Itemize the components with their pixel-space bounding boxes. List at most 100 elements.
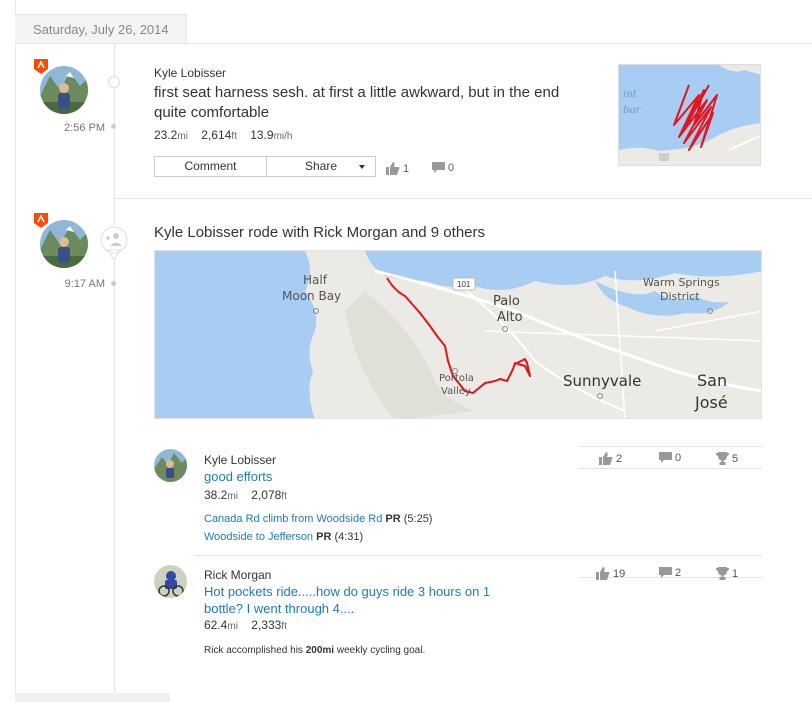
athlete-name[interactable]: Kyle Lobisser bbox=[154, 66, 226, 80]
achievement-count: 1 bbox=[732, 567, 739, 580]
timeline-line bbox=[114, 44, 115, 702]
elevation-unit: ft bbox=[281, 491, 287, 502]
pr-badge: PR bbox=[385, 513, 401, 525]
timeline-node bbox=[108, 76, 120, 88]
divider bbox=[579, 468, 762, 469]
comment-icon bbox=[432, 162, 445, 173]
activity-time: 9:17 AM bbox=[64, 278, 105, 290]
segment-effort: Canada Rd climb from Woodside Rd PR (5:2… bbox=[204, 513, 432, 525]
comment-icon bbox=[659, 567, 672, 578]
trophy-icon bbox=[716, 567, 729, 580]
comment-button[interactable]: Comment bbox=[155, 157, 267, 176]
divider bbox=[115, 198, 812, 199]
comment-count: 2 bbox=[675, 567, 682, 579]
athlete-badge-icon bbox=[34, 213, 48, 228]
activity-title-link[interactable]: Hot pockets ride.....how do guys ride 3 … bbox=[204, 583, 490, 617]
divider bbox=[15, 693, 170, 702]
chevron-down-icon bbox=[359, 165, 365, 169]
athlete-name[interactable]: Kyle Lobisser bbox=[204, 453, 276, 467]
goal-text: Rick accomplished his bbox=[204, 645, 303, 656]
speed-value: 13.9 bbox=[250, 128, 274, 142]
distance-unit: mi bbox=[227, 491, 238, 502]
map-label: District bbox=[660, 290, 700, 303]
goal-achievement: Rick accomplished his 200mi weekly cycli… bbox=[204, 645, 425, 656]
title-line: bottle? I went through 4.... bbox=[204, 601, 355, 616]
map-label: Moon Bay bbox=[282, 289, 341, 303]
segment-effort: Woodside to Jefferson PR (4:31) bbox=[204, 531, 363, 543]
segment-link[interactable]: Woodside to Jefferson bbox=[204, 531, 313, 543]
distance-value: 23.2 bbox=[154, 128, 178, 142]
avatar[interactable] bbox=[154, 449, 187, 482]
activity-map-thumbnail[interactable]: int bor bbox=[618, 64, 761, 166]
kudos-count: 1 bbox=[403, 162, 410, 175]
divider bbox=[195, 555, 762, 556]
activity-stats: 38.2mi 2,078ft bbox=[204, 488, 297, 502]
group-activity-title[interactable]: Kyle Lobisser rode with Rick Morgan and … bbox=[154, 224, 485, 241]
distance-unit: mi bbox=[177, 131, 188, 142]
map-label: Portola bbox=[439, 373, 474, 384]
elevation-unit: ft bbox=[231, 131, 237, 142]
comments-button[interactable]: 2 bbox=[659, 567, 681, 579]
map-label: Alto bbox=[497, 310, 523, 325]
goal-text: weekly cycling goal. bbox=[336, 645, 426, 656]
kudos-button[interactable]: 1 bbox=[386, 162, 409, 175]
achievements-button[interactable]: 1 bbox=[716, 567, 738, 580]
pr-badge: PR bbox=[316, 531, 332, 543]
distance-value: 38.2 bbox=[204, 488, 228, 502]
activity-stats: 23.2mi 2,614ft 13.9mi/h bbox=[154, 128, 302, 142]
group-route-map[interactable]: 101 Half Moon Bay Palo Alto Warm Springs… bbox=[154, 250, 762, 419]
goal-amount: 200mi bbox=[305, 645, 335, 656]
activity-time: 2:56 PM bbox=[64, 122, 105, 134]
share-button[interactable]: Share bbox=[267, 157, 375, 176]
divider bbox=[187, 43, 812, 44]
thumbs-up-icon bbox=[596, 567, 610, 580]
title-line: Hot pockets ride.....how do guys ride 3 … bbox=[204, 584, 491, 599]
comment-count: 0 bbox=[448, 162, 455, 174]
map-label: Palo bbox=[493, 294, 520, 309]
comment-icon bbox=[659, 452, 672, 463]
kudos-count: 2 bbox=[616, 452, 623, 465]
segment-time: (4:31) bbox=[334, 531, 364, 543]
timeline-dot bbox=[111, 281, 116, 286]
map-label: int bbox=[623, 89, 638, 100]
kudos-button[interactable]: 2 bbox=[599, 452, 622, 465]
distance-value: 62.4 bbox=[204, 618, 228, 632]
athlete-badge-icon bbox=[34, 59, 48, 74]
date-header: Saturday, July 26, 2014 bbox=[15, 14, 187, 44]
map-label: Sunnyvale bbox=[563, 372, 641, 390]
highway-shield-label: 101 bbox=[457, 280, 471, 289]
timeline-dot bbox=[111, 124, 116, 129]
distance-unit: mi bbox=[227, 621, 238, 632]
comments-button[interactable]: 0 bbox=[659, 452, 681, 464]
speed-unit: mi/h bbox=[273, 131, 293, 142]
athlete-name[interactable]: Rick Morgan bbox=[204, 568, 271, 582]
map-label: José bbox=[694, 393, 728, 412]
thumbs-up-icon bbox=[386, 162, 400, 175]
group-activity-icon bbox=[100, 226, 128, 261]
kudos-button[interactable]: 19 bbox=[596, 567, 625, 580]
map-label: Warm Springs bbox=[643, 276, 720, 289]
trophy-icon bbox=[716, 452, 729, 465]
map-label: San bbox=[697, 371, 727, 390]
achievement-count: 5 bbox=[732, 452, 739, 465]
thumbs-up-icon bbox=[599, 452, 613, 465]
map-label: bor bbox=[623, 105, 641, 116]
avatar[interactable] bbox=[154, 565, 187, 598]
activity-title[interactable]: first seat harness sesh. at first a litt… bbox=[154, 83, 594, 123]
segment-link[interactable]: Canada Rd climb from Woodside Rd bbox=[204, 513, 382, 525]
activity-stats: 62.4mi 2,333ft bbox=[204, 618, 297, 632]
comment-count: 0 bbox=[675, 452, 682, 464]
elevation-value: 2,078 bbox=[251, 488, 282, 502]
achievements-button[interactable]: 5 bbox=[716, 452, 738, 465]
activity-title-link[interactable]: good efforts bbox=[204, 468, 272, 485]
comments-button[interactable]: 0 bbox=[432, 162, 454, 174]
elevation-value: 2,333 bbox=[251, 618, 282, 632]
divider bbox=[579, 446, 762, 447]
segment-time: (5:25) bbox=[403, 513, 433, 525]
elevation-unit: ft bbox=[281, 621, 287, 632]
map-label: Half bbox=[303, 273, 328, 287]
activity-actions: Comment Share bbox=[154, 156, 376, 177]
elevation-value: 2,614 bbox=[201, 128, 232, 142]
kudos-count: 19 bbox=[613, 567, 626, 580]
share-label: Share bbox=[304, 159, 338, 173]
